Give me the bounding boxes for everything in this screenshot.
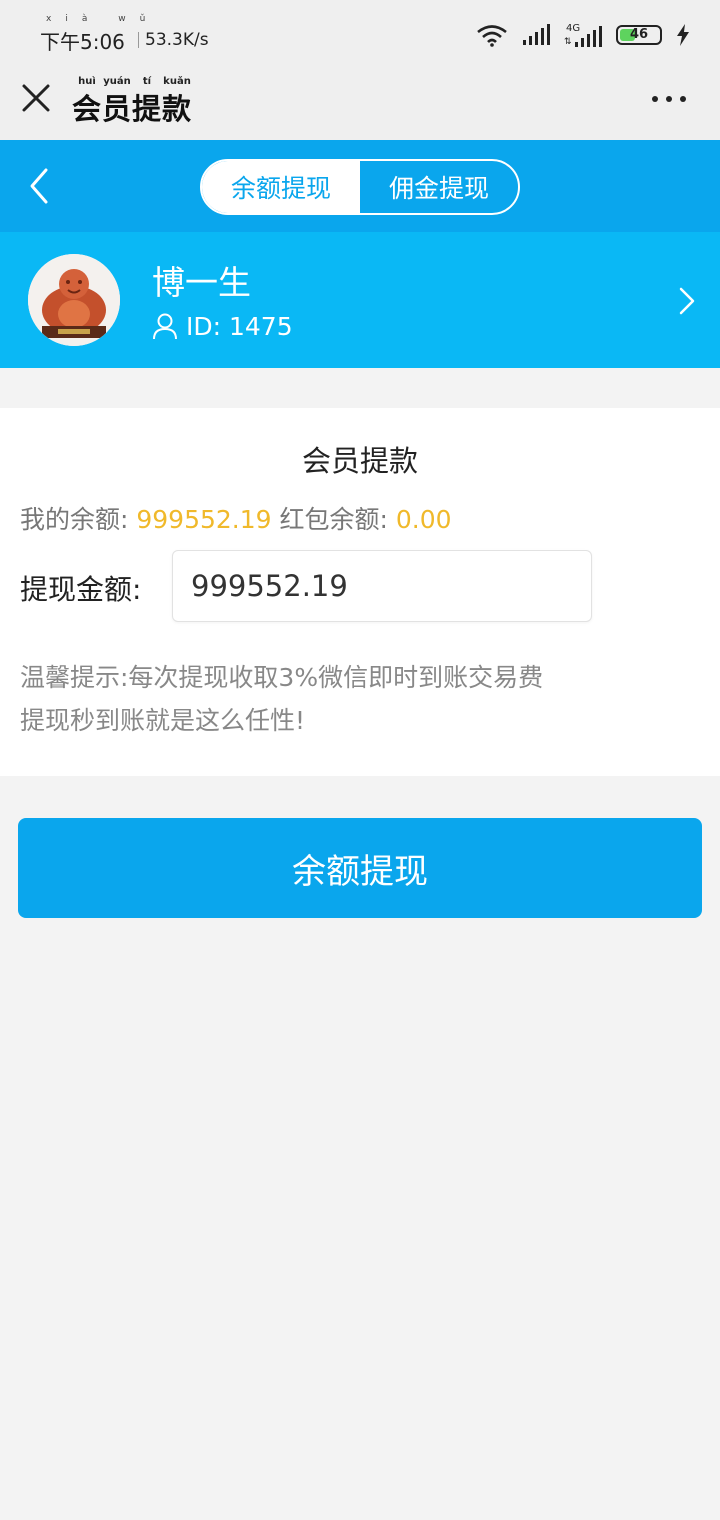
status-icons: 4G ⇅ 46 [476,22,690,48]
page-title: 会员提款 [72,92,193,126]
withdraw-submit-button[interactable]: 余额提现 [18,818,702,918]
redpacket-value: 0.00 [395,505,452,534]
balance-line: 我的余额: 999552.19 红包余额: 0.00 [20,500,452,536]
avatar [28,254,120,346]
nav-bar: huì yuán tí kuǎn 会员提款 [0,72,720,140]
avatar-image [28,254,120,346]
more-icon[interactable] [652,94,686,104]
tab-header: 余额提现 佣金提现 [0,140,720,232]
more-dot [666,96,672,102]
svg-text:⇅: ⇅ [564,37,572,47]
chevron-right-icon[interactable] [678,286,696,316]
tip-line-2: 提现秒到账就是这么任性! [20,706,306,735]
more-dot [680,96,686,102]
amount-label: 提现金额: [20,573,142,606]
profile-banner[interactable]: 博一生 ID: 1475 [0,232,720,368]
balance-value: 999552.19 [136,505,272,534]
status-time: 下午5:06 [40,30,125,54]
signal-icon [523,24,550,45]
charging-icon [677,24,689,46]
card-title: 会员提款 [301,444,418,478]
tab-switch: 余额提现 佣金提现 [200,159,520,215]
status-bar: xià wǔ 下午5:06 53.3K/s 4G ⇅ 46 [0,0,720,72]
battery-icon: 46 [616,25,662,45]
back-icon[interactable] [26,166,54,206]
battery-level: 46 [629,27,649,42]
tip-line-1: 温馨提示:每次提现收取3%微信即时到账交易费 [20,663,544,692]
tab-balance-withdraw[interactable]: 余额提现 [202,161,360,213]
network-speed: 53.3K/s [145,30,209,50]
balance-label: 我的余额: [20,505,137,534]
more-dot [652,96,658,102]
network-type: 4G [566,23,580,34]
profile-id: ID: 1475 [186,312,293,341]
tab-commission-withdraw[interactable]: 佣金提现 [360,161,518,213]
signal-4g-icon: 4G ⇅ [564,23,602,47]
amount-input[interactable] [172,550,592,622]
wifi-icon [477,25,507,47]
status-divider [138,32,139,48]
profile-name: 博一生 [152,263,251,302]
user-icon [153,313,177,340]
close-icon[interactable] [18,80,54,116]
redpacket-label: 红包余额: [271,505,396,534]
status-time-ruby: xià wǔ [46,14,160,24]
withdraw-card: 会员提款 我的余额: 999552.19 红包余额: 0.00 提现金额: 温馨… [0,408,720,776]
